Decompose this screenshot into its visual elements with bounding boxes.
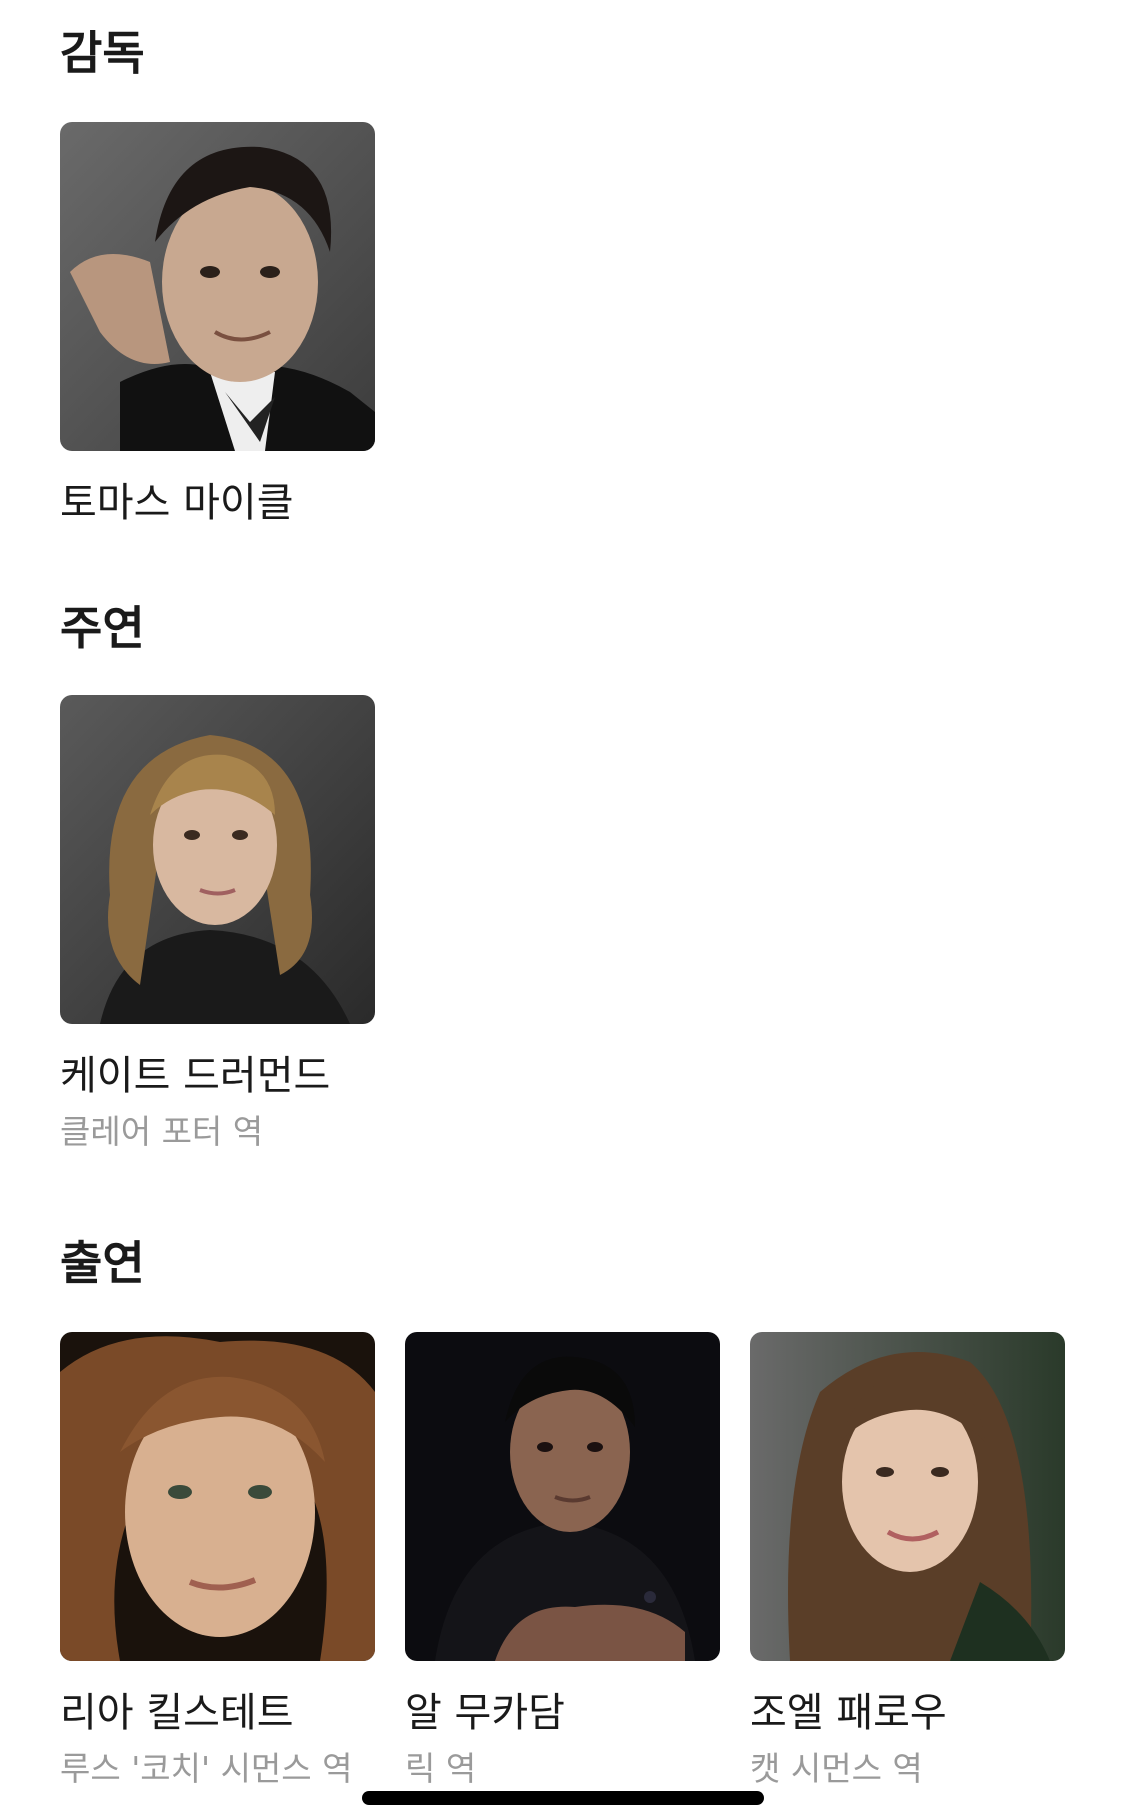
cast-role: 캣 시먼스 역	[750, 1749, 923, 1788]
cast-photo[interactable]	[750, 1332, 1065, 1661]
director-name: 토마스 마이클	[60, 480, 294, 526]
cast-card[interactable]: 알 무카담 릭 역	[405, 1332, 720, 1787]
actress-portrait-icon	[60, 695, 375, 1024]
actor-portrait-icon	[405, 1332, 720, 1661]
director-photo[interactable]	[60, 122, 375, 451]
cast-role: 루스 '코치' 시먼스 역	[60, 1749, 353, 1788]
director-card[interactable]: 토마스 마이클	[60, 122, 375, 525]
cast-name: 조엘 패로우	[750, 1690, 947, 1736]
cast-card[interactable]: 리아 킬스테트 루스 '코치' 시먼스 역	[60, 1332, 375, 1787]
cast-card[interactable]: 조엘 패로우 캣 시먼스 역	[750, 1332, 1065, 1787]
lead-photo[interactable]	[60, 695, 375, 1024]
section-title-lead: 주연	[60, 601, 145, 655]
cast-photo[interactable]	[405, 1332, 720, 1661]
home-indicator[interactable]	[362, 1791, 764, 1805]
section-title-cast: 출연	[60, 1236, 145, 1290]
director-portrait-icon	[60, 122, 375, 451]
section-title-director: 감독	[60, 26, 145, 80]
lead-name: 케이트 드러먼드	[60, 1053, 331, 1099]
cast-role: 릭 역	[405, 1749, 477, 1788]
cast-name: 리아 킬스테트	[60, 1690, 294, 1736]
lead-role: 클레어 포터 역	[60, 1112, 264, 1151]
cast-photo[interactable]	[60, 1332, 375, 1661]
actress-portrait-icon	[60, 1332, 375, 1661]
actress-portrait-icon	[750, 1332, 1065, 1661]
lead-card[interactable]: 케이트 드러먼드 클레어 포터 역	[60, 695, 375, 1150]
cast-name: 알 무카담	[405, 1690, 565, 1736]
